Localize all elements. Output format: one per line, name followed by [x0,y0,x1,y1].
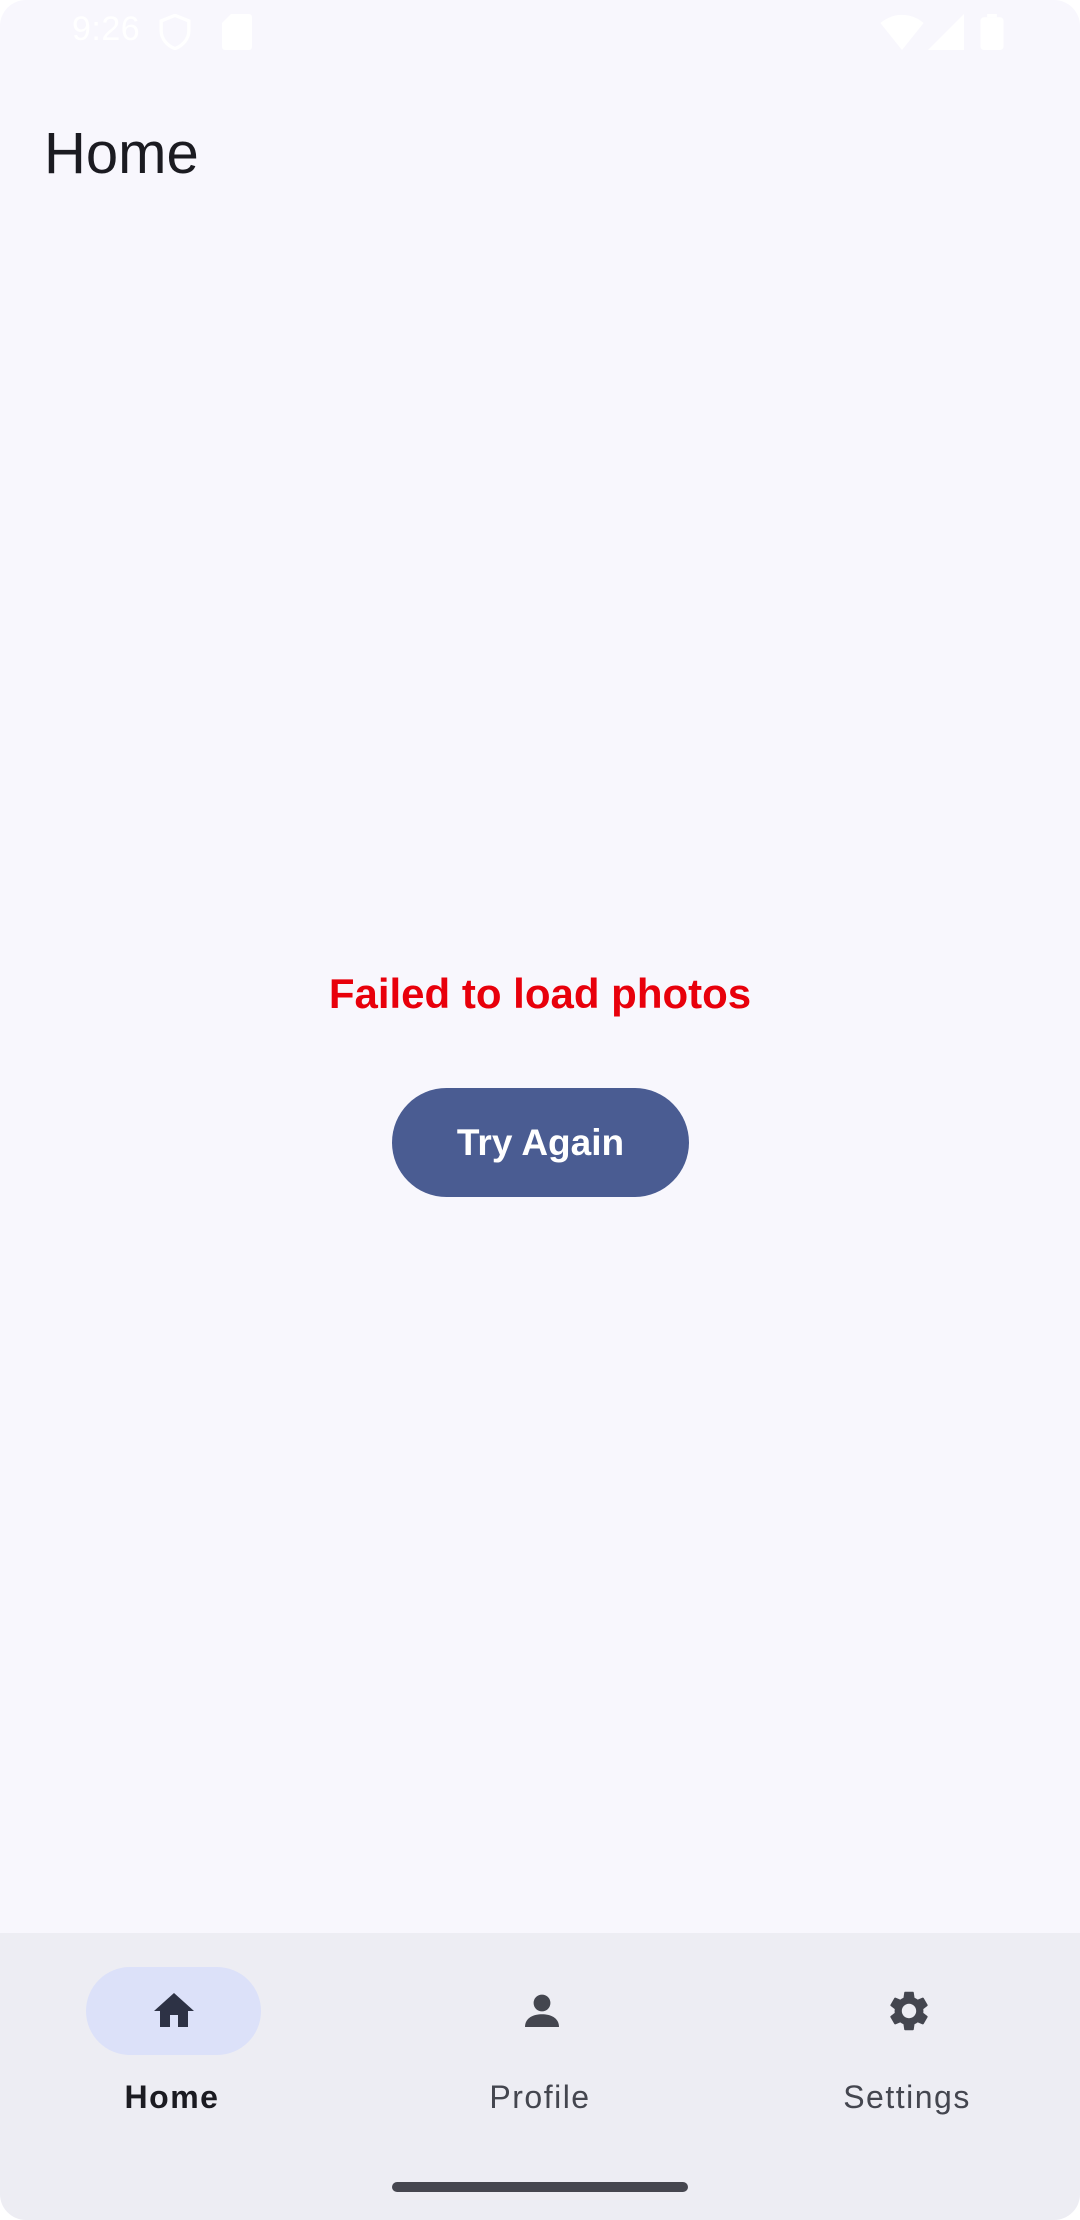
status-bar: 9:26 [0,0,1080,66]
nav-item-home[interactable]: Home [62,1967,282,2117]
sim-card-icon [222,14,252,55]
screen: 9:26 Home Failed to load photos Try Agai… [0,0,1080,2220]
page-title: Home [44,121,199,186]
nav-label-home: Home [124,2079,220,2115]
bottom-navigation: Home Profile Settings [0,1933,1080,2220]
top-app-bar: Home [0,100,1080,210]
shield-icon [158,13,192,55]
gesture-home-indicator[interactable] [392,2182,688,2192]
status-time: 9:26 [72,10,141,48]
wifi-icon [880,14,924,55]
nav-item-profile[interactable]: Profile [430,1967,650,2117]
person-icon [525,1994,559,2027]
battery-icon [980,14,1004,55]
home-icon [154,1993,194,2027]
nav-label-settings: Settings [843,2079,971,2115]
nav-item-settings[interactable]: Settings [797,1967,1017,2117]
try-again-button[interactable]: Try Again [392,1088,689,1197]
gear-icon [890,1991,928,2031]
nav-label-profile: Profile [489,2079,591,2115]
error-message: Failed to load photos [328,970,752,1017]
signal-icon [928,14,964,55]
